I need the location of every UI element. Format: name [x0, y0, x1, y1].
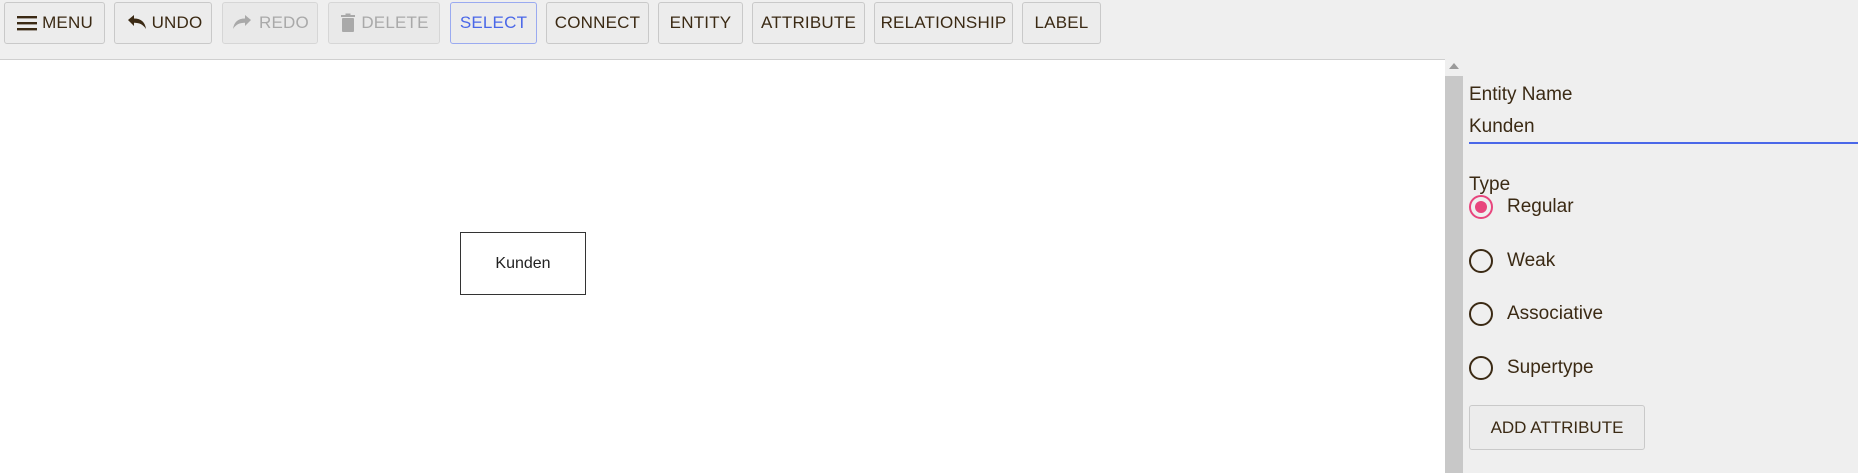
redo-label: REDO	[259, 13, 309, 32]
panel-scrollbar[interactable]	[1445, 60, 1463, 473]
relationship-label: RELATIONSHIP	[880, 13, 1007, 32]
undo-label: UNDO	[151, 13, 203, 32]
trash-icon	[339, 13, 357, 33]
type-option-supertype[interactable]: Supertype	[1469, 353, 1594, 383]
connect-label: CONNECT	[554, 13, 641, 32]
type-option-associative[interactable]: Associative	[1469, 299, 1603, 329]
label-tool-button[interactable]: LABEL	[1022, 2, 1101, 44]
type-option-label: Associative	[1507, 303, 1604, 324]
entity-tool-button[interactable]: ENTITY	[658, 2, 743, 44]
add-attribute-label: ADD ATTRIBUTE	[1490, 417, 1624, 437]
add-attribute-button[interactable]: ADD ATTRIBUTE	[1469, 405, 1645, 450]
radio-regular[interactable]	[1469, 195, 1493, 219]
undo-arrow-icon	[124, 14, 148, 32]
scroll-up-arrow-icon[interactable]	[1449, 63, 1459, 69]
type-option-label: Supertype	[1507, 357, 1594, 378]
select-tool-button[interactable]: SELECT	[450, 2, 537, 44]
redo-arrow-icon	[231, 14, 255, 32]
properties-panel: Entity Name Type Regular Weak Associativ…	[1463, 60, 1858, 473]
type-option-regular[interactable]: Regular	[1469, 192, 1574, 222]
relationship-tool-button[interactable]: RELATIONSHIP	[874, 2, 1013, 44]
entity-label: ENTITY	[669, 13, 732, 32]
undo-button[interactable]: UNDO	[114, 2, 212, 44]
entity-node-name: Kunden	[495, 254, 551, 272]
delete-button[interactable]: DELETE	[328, 2, 440, 44]
radio-weak[interactable]	[1469, 249, 1493, 273]
scrollbar-thumb[interactable]	[1445, 76, 1463, 473]
attribute-label: ATTRIBUTE	[761, 13, 856, 32]
type-option-label: Regular	[1507, 196, 1574, 217]
entity-node[interactable]: Kunden	[460, 232, 586, 295]
menu-label: MENU	[42, 13, 93, 32]
redo-button[interactable]: REDO	[222, 2, 318, 44]
diagram-canvas[interactable]: Kunden	[0, 60, 1445, 473]
entity-name-label: Entity Name	[1469, 84, 1573, 105]
type-option-weak[interactable]: Weak	[1469, 246, 1555, 276]
attribute-tool-button[interactable]: ATTRIBUTE	[752, 2, 865, 44]
hamburger-icon	[16, 14, 38, 32]
select-label: SELECT	[459, 13, 528, 32]
radio-supertype[interactable]	[1469, 356, 1493, 380]
connect-tool-button[interactable]: CONNECT	[546, 2, 649, 44]
label-tool-label: LABEL	[1034, 13, 1089, 32]
entity-name-input[interactable]	[1469, 112, 1858, 144]
type-option-label: Weak	[1507, 250, 1556, 271]
toolbar: MENU UNDO REDO DELETE SELECT CONNECT ENT…	[0, 0, 1858, 60]
radio-associative[interactable]	[1469, 302, 1493, 326]
menu-button[interactable]: MENU	[4, 2, 105, 44]
delete-label: DELETE	[361, 13, 429, 32]
